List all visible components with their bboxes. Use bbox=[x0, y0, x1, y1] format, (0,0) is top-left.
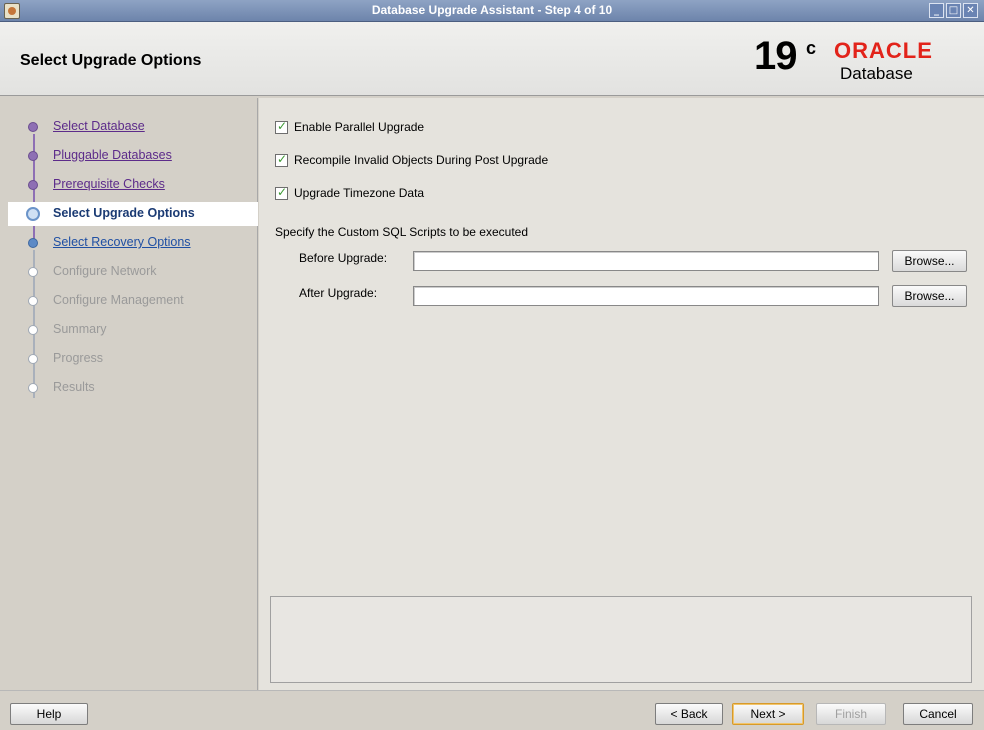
brand-name: ORACLE bbox=[834, 38, 933, 63]
enable-parallel-upgrade-checkbox[interactable] bbox=[275, 119, 288, 134]
step-label: Progress bbox=[53, 351, 104, 365]
step-done-icon bbox=[28, 151, 38, 161]
step-label: Select Upgrade Options bbox=[53, 206, 195, 220]
back-button[interactable]: < Back bbox=[655, 703, 723, 725]
recompile-invalid-objects-checkbox[interactable] bbox=[275, 152, 288, 167]
title-bar: Database Upgrade Assistant - Step 4 of 1… bbox=[0, 0, 984, 22]
step-select-recovery-options[interactable]: Select Recovery Options bbox=[8, 232, 258, 254]
maximize-button[interactable]: □ bbox=[946, 3, 961, 18]
step-pending-icon bbox=[28, 354, 38, 364]
step-label: Summary bbox=[53, 322, 107, 336]
step-pending-icon bbox=[28, 325, 38, 335]
page-header: Select Upgrade Options 19 c ORACLE Datab… bbox=[0, 22, 984, 96]
step-configure-management: Configure Management bbox=[8, 290, 258, 312]
close-button[interactable]: ✕ bbox=[963, 3, 978, 18]
enable-parallel-upgrade-label: Enable Parallel Upgrade bbox=[294, 120, 425, 134]
custom-scripts-label: Specify the Custom SQL Scripts to be exe… bbox=[275, 225, 529, 239]
window-title: Database Upgrade Assistant - Step 4 of 1… bbox=[371, 3, 613, 17]
step-label: Prerequisite Checks bbox=[53, 177, 165, 191]
steps-panel: Select Database Pluggable Databases Prer… bbox=[8, 98, 258, 690]
step-select-database[interactable]: Select Database bbox=[8, 116, 258, 138]
step-results: Results bbox=[8, 377, 258, 399]
step-label: Configure Management bbox=[53, 293, 184, 307]
before-upgrade-input[interactable] bbox=[413, 251, 879, 271]
step-label: Pluggable Databases bbox=[53, 148, 172, 162]
upgrade-timezone-checkbox[interactable] bbox=[275, 185, 288, 200]
step-progress: Progress bbox=[8, 348, 258, 370]
after-upgrade-label: After Upgrade: bbox=[299, 286, 378, 300]
brand-version: 19 bbox=[754, 34, 797, 78]
next-button[interactable]: Next > bbox=[732, 703, 804, 725]
footer-bar: Help < Back Next > Finish Cancel bbox=[0, 690, 984, 730]
step-pending-icon bbox=[28, 383, 38, 393]
before-upgrade-browse-button[interactable]: Browse... bbox=[892, 250, 967, 272]
help-button[interactable]: Help bbox=[10, 703, 88, 725]
brand-version-suffix: c bbox=[806, 38, 817, 58]
step-label: Select Database bbox=[53, 119, 145, 133]
step-configure-network: Configure Network bbox=[8, 261, 258, 283]
brand-product: Database bbox=[840, 64, 913, 83]
step-done-icon bbox=[28, 122, 38, 132]
minimize-button[interactable]: _ bbox=[929, 3, 944, 18]
step-label: Configure Network bbox=[53, 264, 157, 278]
recompile-invalid-objects-label: Recompile Invalid Objects During Post Up… bbox=[294, 153, 549, 167]
step-prerequisite-checks[interactable]: Prerequisite Checks bbox=[8, 174, 258, 196]
step-label: Select Recovery Options bbox=[53, 235, 191, 249]
before-upgrade-label: Before Upgrade: bbox=[299, 251, 388, 265]
oracle-logo: 19 c ORACLE Database bbox=[754, 34, 980, 88]
step-pending-icon bbox=[28, 296, 38, 306]
after-upgrade-input[interactable] bbox=[413, 286, 879, 306]
content-panel: Enable Parallel Upgrade Recompile Invali… bbox=[259, 98, 984, 690]
step-select-upgrade-options[interactable]: Select Upgrade Options bbox=[8, 202, 258, 226]
upgrade-timezone-label: Upgrade Timezone Data bbox=[294, 186, 425, 200]
step-pending-icon bbox=[28, 267, 38, 277]
cancel-button[interactable]: Cancel bbox=[903, 703, 973, 725]
finish-button: Finish bbox=[816, 703, 886, 725]
after-upgrade-browse-button[interactable]: Browse... bbox=[892, 285, 967, 307]
step-summary: Summary bbox=[8, 319, 258, 341]
messages-area bbox=[270, 596, 972, 683]
step-label: Results bbox=[53, 380, 95, 394]
step-current-icon bbox=[26, 207, 40, 221]
step-next-icon bbox=[28, 238, 38, 248]
step-done-icon bbox=[28, 180, 38, 190]
step-pluggable-databases[interactable]: Pluggable Databases bbox=[8, 145, 258, 167]
page-title: Select Upgrade Options bbox=[20, 52, 202, 69]
